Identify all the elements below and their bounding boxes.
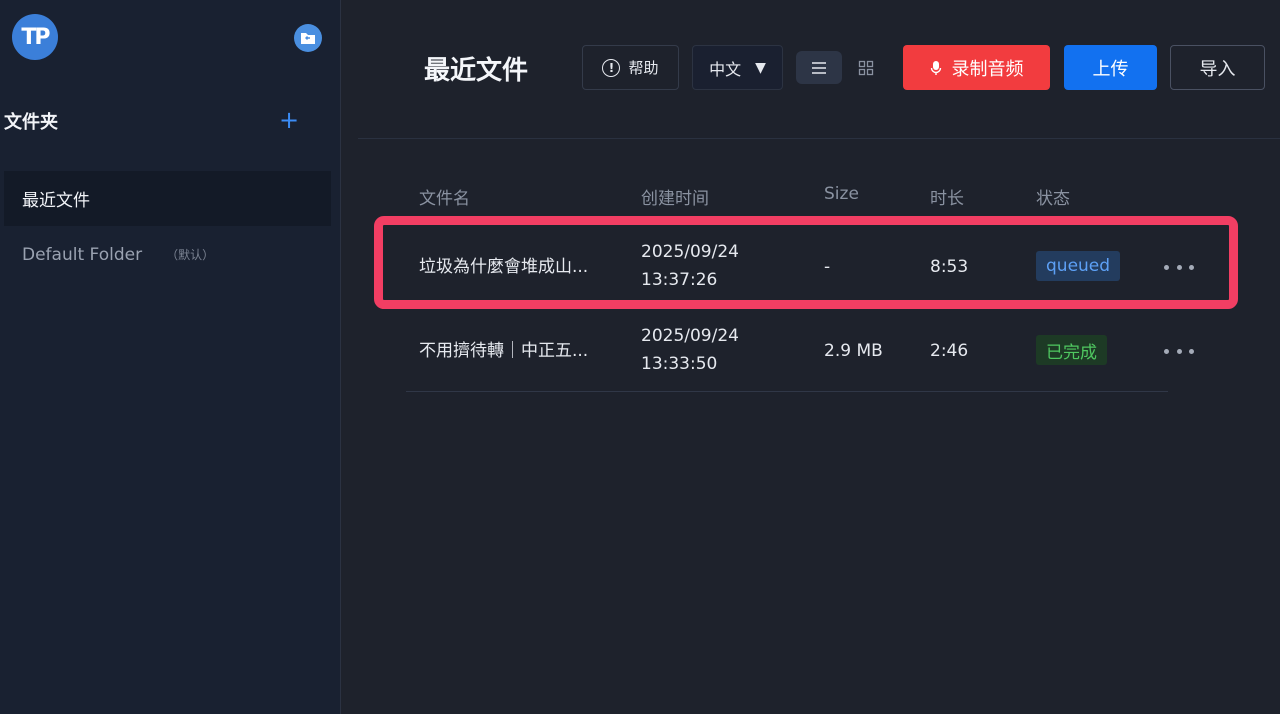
column-header-name[interactable]: 文件名	[419, 184, 470, 209]
help-button[interactable]: ! 帮助	[582, 45, 679, 90]
import-button[interactable]: 导入	[1170, 45, 1265, 90]
file-name[interactable]: 不用擠待轉｜中正五...	[419, 337, 588, 365]
column-header-duration[interactable]: 时长	[930, 184, 964, 209]
list-icon	[812, 61, 826, 74]
sidebar-item-label: 最近文件	[22, 191, 90, 211]
add-folder-button[interactable]: +	[279, 108, 299, 132]
row-highlight-box	[374, 216, 1238, 309]
record-audio-button[interactable]: 录制音频	[903, 45, 1050, 90]
grid-view-toggle[interactable]	[848, 51, 884, 84]
info-icon: !	[602, 58, 621, 77]
default-tag: （默认）	[166, 248, 215, 262]
created-date: 2025/09/24	[641, 326, 739, 346]
microphone-icon	[930, 60, 941, 75]
folders-heading: 文件夹	[4, 112, 58, 133]
record-label: 录制音频	[951, 58, 1024, 80]
column-header-status[interactable]: 状态	[1036, 184, 1070, 209]
language-value: 中文	[709, 59, 742, 79]
grid-icon	[858, 60, 874, 75]
duration: 2:46	[930, 341, 969, 361]
caret-down-icon: ▼	[755, 59, 766, 76]
header-divider	[358, 138, 1280, 139]
page-title: 最近文件	[424, 56, 529, 86]
sidebar-item-label: Default Folder	[22, 244, 143, 265]
sidebar-item-recent-files[interactable]: 最近文件	[4, 171, 331, 226]
row-divider	[406, 391, 1168, 392]
created-time: 13:33:50	[641, 354, 718, 374]
column-header-created[interactable]: 创建时间	[641, 184, 709, 209]
file-size: 2.9 MB	[824, 341, 883, 361]
upload-button[interactable]: 上传	[1064, 45, 1157, 90]
more-options-icon[interactable]	[1164, 341, 1194, 361]
app-logo[interactable]: TP	[12, 14, 58, 60]
list-view-toggle[interactable]	[796, 51, 842, 84]
new-folder-icon[interactable]	[294, 24, 322, 52]
column-header-size[interactable]: Size	[824, 184, 859, 204]
sidebar: TP 文件夹 + 最近文件 Default Folder （默认）	[0, 0, 341, 714]
status-badge: 已完成	[1036, 335, 1107, 365]
sidebar-item-default-folder[interactable]: Default Folder （默认）	[4, 227, 331, 282]
language-select[interactable]: 中文 ▼	[692, 45, 783, 90]
help-label: 帮助	[628, 59, 659, 77]
